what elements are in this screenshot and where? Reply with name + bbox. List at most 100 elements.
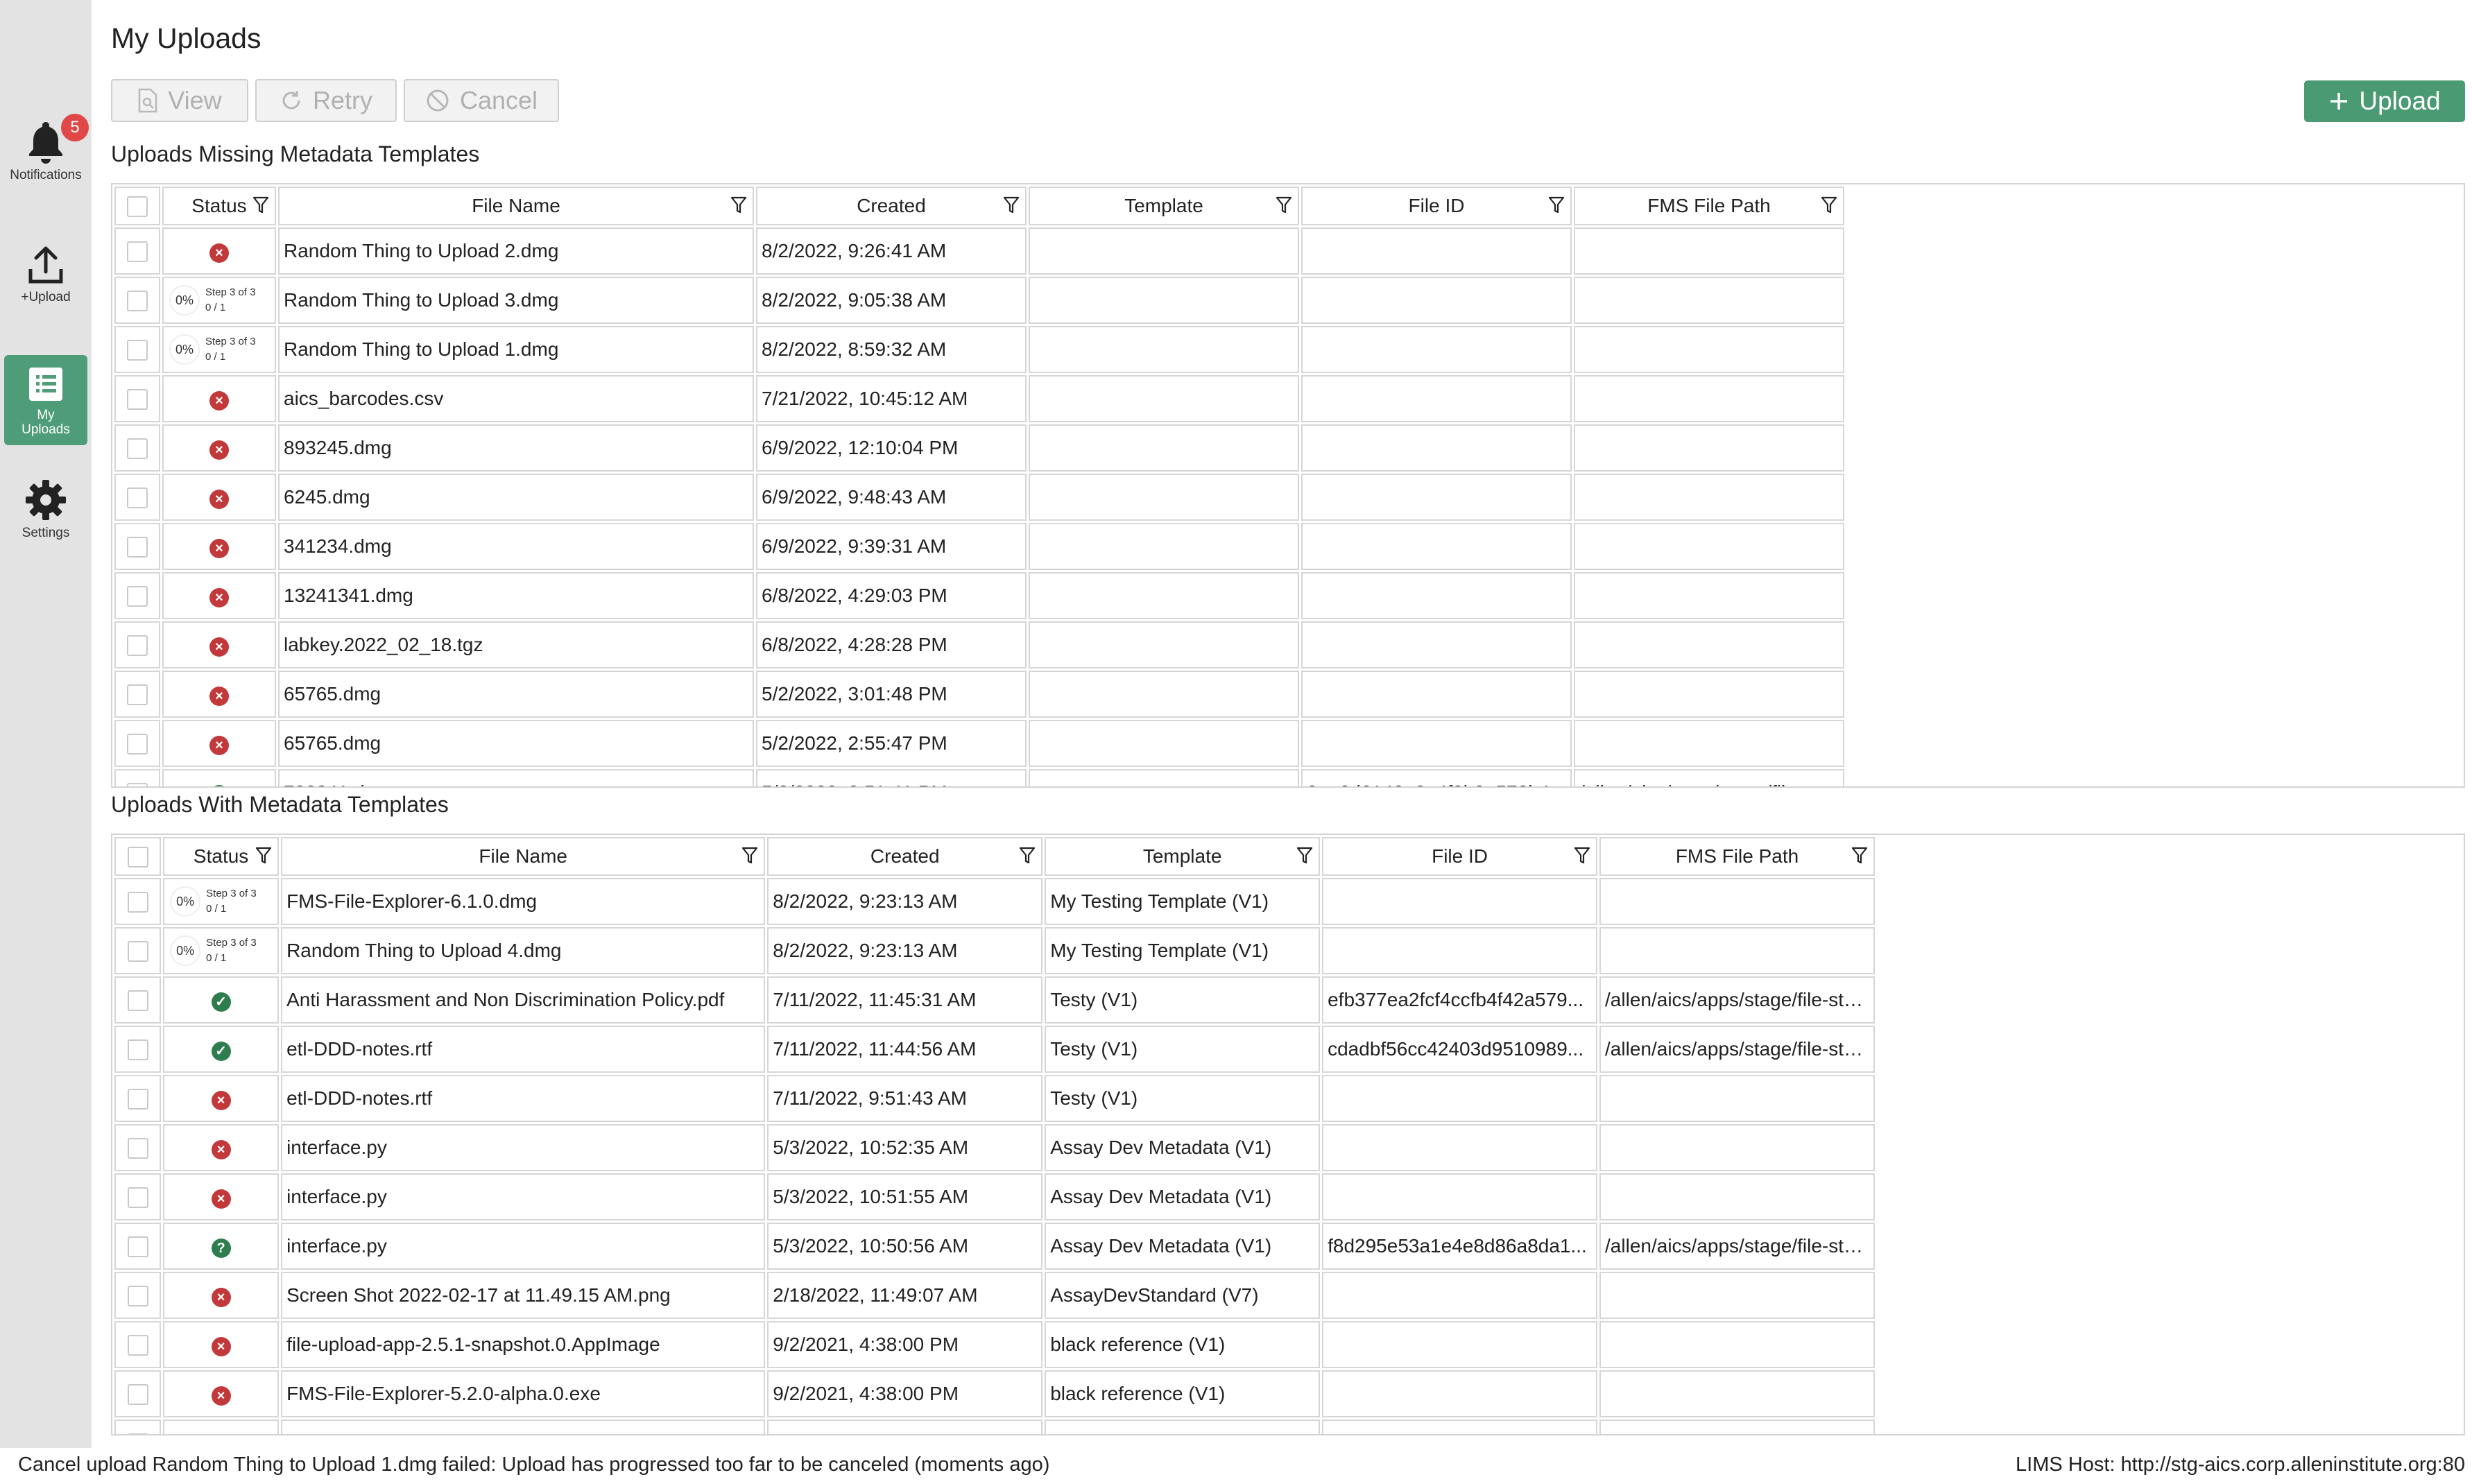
row-checkbox[interactable] xyxy=(127,1335,148,1356)
select-all-checkbox[interactable] xyxy=(127,196,148,218)
row-checkbox-cell[interactable] xyxy=(114,1173,162,1220)
table-row[interactable]: ? interface.py 5/3/2022, 10:50:56 AM Assay … xyxy=(114,1223,1875,1270)
row-checkbox[interactable] xyxy=(127,389,148,411)
table-row[interactable]: × interface.py 5/3/2022, 10:51:55 AM Assay … xyxy=(114,1173,1875,1220)
filter-icon[interactable] xyxy=(255,847,272,870)
column-header-template[interactable]: Template xyxy=(1029,187,1299,225)
filter-icon[interactable] xyxy=(1296,847,1313,870)
retry-button[interactable]: Retry xyxy=(255,79,397,122)
row-checkbox[interactable] xyxy=(127,1089,148,1110)
select-all-checkbox-cell[interactable] xyxy=(114,187,160,225)
row-checkbox-cell[interactable] xyxy=(114,1026,162,1073)
row-checkbox-cell[interactable] xyxy=(114,1321,162,1368)
column-header-file-id[interactable]: File ID xyxy=(1301,187,1572,225)
table-row[interactable]: × etl-DDD-notes.rtf 7/11/2022, 9:51:43 AM T… xyxy=(114,1075,1875,1122)
row-checkbox[interactable] xyxy=(127,783,148,786)
filter-icon[interactable] xyxy=(252,196,269,219)
view-button[interactable]: View xyxy=(111,79,248,122)
row-checkbox-cell[interactable] xyxy=(114,1075,162,1122)
row-checkbox-cell[interactable] xyxy=(114,277,160,324)
table-row[interactable]: × Screen Shot 2022-02-17 at 11.49.15 AM.p… xyxy=(114,1272,1875,1319)
row-checkbox-cell[interactable] xyxy=(114,671,160,718)
filter-icon[interactable] xyxy=(1851,847,1868,870)
column-header-file-name[interactable]: File Name xyxy=(281,837,766,876)
with-templates-table[interactable]: Status File Name Created Template File I… xyxy=(111,834,2465,1435)
row-checkbox-cell[interactable] xyxy=(114,1370,162,1417)
row-checkbox[interactable] xyxy=(127,635,148,657)
row-checkbox[interactable] xyxy=(127,1433,148,1434)
row-checkbox[interactable] xyxy=(127,1236,148,1258)
column-header-template[interactable]: Template xyxy=(1045,837,1321,876)
filter-icon[interactable] xyxy=(1276,196,1292,219)
column-header-fms-file-path[interactable]: FMS File Path xyxy=(1599,837,1875,876)
row-checkbox[interactable] xyxy=(127,990,148,1012)
table-row[interactable]: ✓ etl-DDD-notes.rtf 7/11/2022, 11:44:56 AM… xyxy=(114,1026,1875,1073)
row-checkbox-cell[interactable] xyxy=(114,523,160,570)
column-header-created[interactable]: Created xyxy=(756,187,1027,225)
table-row[interactable]: × Random Thing to Upload 2.dmg 8/2/2022, 9… xyxy=(114,227,1875,275)
table-row[interactable]: × 65765.dmg 5/2/2022, 3:01:48 PM xyxy=(114,671,1875,718)
row-checkbox[interactable] xyxy=(127,586,148,607)
row-checkbox[interactable] xyxy=(127,941,148,963)
row-checkbox-cell[interactable] xyxy=(114,572,160,619)
row-checkbox[interactable] xyxy=(127,892,148,913)
row-checkbox[interactable] xyxy=(127,734,148,755)
filter-icon[interactable] xyxy=(1003,196,1020,219)
select-all-checkbox[interactable] xyxy=(127,847,148,868)
row-checkbox[interactable] xyxy=(127,1384,148,1406)
row-checkbox[interactable] xyxy=(127,537,148,558)
row-checkbox-cell[interactable] xyxy=(114,474,160,521)
row-checkbox-cell[interactable] xyxy=(114,326,160,373)
row-checkbox-cell[interactable] xyxy=(114,424,160,472)
row-checkbox[interactable] xyxy=(127,291,148,312)
row-checkbox-cell[interactable] xyxy=(114,976,162,1024)
table-row[interactable]: × FMS-File-Explorer-5.2.0-alpha.0 (1).exe… xyxy=(114,1420,1875,1434)
row-checkbox-cell[interactable] xyxy=(114,1124,162,1171)
filter-icon[interactable] xyxy=(1548,196,1565,219)
table-row[interactable]: ✓ Anti Harassment and Non Discrimination … xyxy=(114,976,1875,1024)
table-row[interactable]: × 65765.dmg 5/2/2022, 2:55:47 PM xyxy=(114,720,1875,767)
row-checkbox-cell[interactable] xyxy=(114,878,162,925)
select-all-checkbox-cell[interactable] xyxy=(114,837,162,876)
sidebar-item-my-uploads[interactable]: My Uploads xyxy=(4,355,87,445)
table-row[interactable]: 0% Step 3 of 3 0 / 1 Random Thing to Upload… xyxy=(114,927,1875,974)
row-checkbox[interactable] xyxy=(127,340,148,361)
table-row[interactable]: ✓ 782341.dmg5/2/2022, 2:51:41 PM 0ae6d6140… xyxy=(114,769,1875,786)
table-row[interactable]: × FMS-File-Explorer-5.2.0-alpha.0.exe 9/2/… xyxy=(114,1370,1875,1417)
column-header-file-id[interactable]: File ID xyxy=(1322,837,1598,876)
filter-icon[interactable] xyxy=(1821,196,1837,219)
column-header-file-name[interactable]: File Name xyxy=(278,187,754,225)
table-row[interactable]: × interface.py 5/3/2022, 10:52:35 AM Assay … xyxy=(114,1124,1875,1171)
cancel-button[interactable]: Cancel xyxy=(404,79,559,122)
row-checkbox[interactable] xyxy=(127,1286,148,1307)
upload-button[interactable]: Upload xyxy=(2304,80,2465,122)
table-row[interactable]: × 341234.dmg 6/9/2022, 9:39:31 AM xyxy=(114,523,1875,570)
row-checkbox-cell[interactable] xyxy=(114,375,160,422)
table-row[interactable]: × 6245.dmg 6/9/2022, 9:48:43 AM xyxy=(114,474,1875,521)
sidebar-item-settings[interactable]: Settings xyxy=(4,478,87,548)
row-checkbox-cell[interactable] xyxy=(114,1420,162,1434)
table-row[interactable]: 0% Step 3 of 3 0 / 1 FMS-File-Explorer-6.1.… xyxy=(114,878,1875,925)
column-header-fms-file-path[interactable]: FMS File Path xyxy=(1574,187,1844,225)
row-checkbox[interactable] xyxy=(127,684,148,706)
table-row[interactable]: × 13241341.dmg 6/8/2022, 4:29:03 PM xyxy=(114,572,1875,619)
column-header-status[interactable]: Status xyxy=(162,187,276,225)
table-row[interactable]: 0% Step 3 of 3 0 / 1 Random Thing to Upload… xyxy=(114,277,1875,324)
row-checkbox-cell[interactable] xyxy=(114,621,160,668)
row-checkbox[interactable] xyxy=(127,1039,148,1061)
row-checkbox-cell[interactable] xyxy=(114,1272,162,1319)
row-checkbox-cell[interactable] xyxy=(114,227,160,275)
column-header-created[interactable]: Created xyxy=(767,837,1043,876)
filter-icon[interactable] xyxy=(741,847,758,870)
row-checkbox-cell[interactable] xyxy=(114,720,160,767)
filter-icon[interactable] xyxy=(1574,847,1590,870)
row-checkbox[interactable] xyxy=(127,488,148,509)
row-checkbox-cell[interactable] xyxy=(114,927,162,974)
column-header-status[interactable]: Status xyxy=(163,837,280,876)
filter-icon[interactable] xyxy=(730,196,747,219)
table-row[interactable]: × 893245.dmg 6/9/2022, 12:10:04 PM xyxy=(114,424,1875,472)
table-row[interactable]: × file-upload-app-2.5.1-snapshot.0.AppIma… xyxy=(114,1321,1875,1368)
table-row[interactable]: 0% Step 3 of 3 0 / 1 Random Thing to Upload… xyxy=(114,326,1875,373)
table-row[interactable]: × labkey.2022_02_18.tgz 6/8/2022, 4:28:28 … xyxy=(114,621,1875,668)
row-checkbox[interactable] xyxy=(127,438,148,460)
